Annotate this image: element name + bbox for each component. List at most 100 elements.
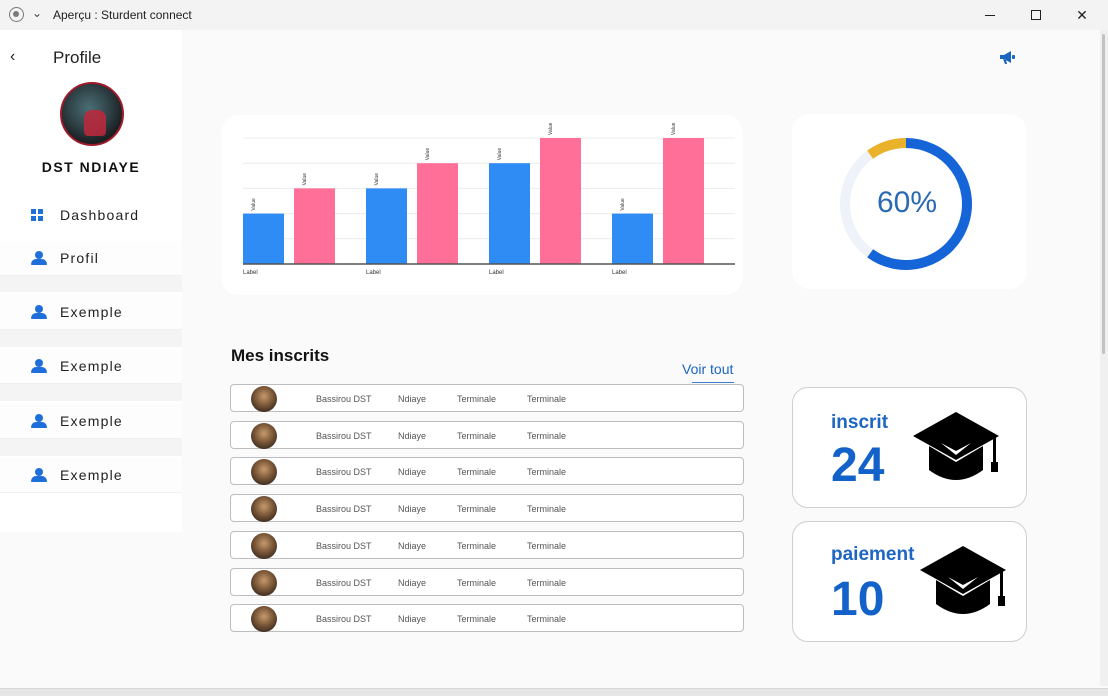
avatar [251,533,277,559]
bar[interactable] [663,138,704,264]
list-item[interactable]: Bassirou DST Ndiaye Terminale Terminale [230,531,744,559]
sidebar-item-profil[interactable]: Profil [0,241,182,275]
sidebar-item-exemple[interactable]: Exemple [0,349,182,383]
see-all-link[interactable]: Voir tout [682,361,733,377]
row-cell-name: Bassirou DST [316,541,372,551]
row-cell-level: Terminale [527,467,567,477]
bar[interactable] [417,163,458,264]
person-icon [31,468,47,482]
sidebar-item-label: Profil [60,250,100,266]
stat-card-inscrit[interactable]: inscrit 24 [792,387,1027,508]
app-icon [9,7,24,22]
list-item[interactable]: Bassirou DST Ndiaye Terminale Terminale [230,604,744,632]
stat-value: 24 [831,439,885,492]
row-cell-class: Terminale [457,504,497,514]
avatar [251,459,277,485]
back-button[interactable]: ‹ [10,48,15,66]
sidebar-item-exemple[interactable]: Exemple [0,295,182,329]
sidebar-divider [0,327,182,347]
row-cell-name: Bassirou DST [316,431,372,441]
bar[interactable] [366,188,407,264]
x-tick-label: Label [366,270,381,276]
dashboard-icon [31,209,43,221]
avatar [251,570,277,596]
sidebar-divider [0,436,182,456]
app-window: ⌄ Aperçu : Sturdent connect ✕ ‹ Profile … [0,0,1108,696]
x-tick-label: Label [243,270,258,276]
x-tick-label: Label [489,270,504,276]
bar-chart-card: Value Value Label Value Value Label Value Value… [221,115,743,295]
sidebar-divider [0,272,182,292]
sidebar-item-exemple[interactable]: Exemple [0,458,182,492]
bar-chart: Value Value Label Value Value Label Value Value… [243,122,735,276]
row-cell-level: Terminale [527,614,567,624]
person-icon [31,359,47,373]
window-title: Aperçu : Sturdent connect [53,8,192,22]
bar[interactable] [243,213,284,264]
avatar [251,606,277,632]
list-item[interactable]: Bassirou DST Ndiaye Terminale Terminale [230,457,744,485]
person-icon [31,414,47,428]
data-label: Value [374,173,380,186]
see-all-underline [692,382,734,383]
x-tick-label: Label [612,270,627,276]
bar[interactable] [489,163,530,264]
stat-value: 10 [831,573,885,626]
scroll-thumb[interactable] [1102,34,1105,354]
data-label: Value [548,122,554,135]
row-cell-class: Terminale [457,541,497,551]
row-cell-last-name: Ndiaye [398,614,427,624]
data-label: Value [251,198,257,211]
sidebar-title: Profile [53,48,102,67]
minimize-icon [985,14,995,16]
row-cell-last-name: Ndiaye [398,394,427,404]
person-icon [31,305,47,319]
list-item[interactable]: Bassirou DST Ndiaye Terminale Terminale [230,568,744,596]
megaphone-icon[interactable] [999,50,1016,65]
stat-card-paiement[interactable]: paiement 10 [792,521,1027,642]
progress-card: 60% [792,114,1027,289]
title-bar: ⌄ Aperçu : Sturdent connect ✕ [0,0,1108,30]
avatar[interactable] [60,82,124,146]
data-label: Value [620,198,626,211]
sidebar-item-label: Exemple [60,304,123,320]
row-cell-class: Terminale [457,394,497,404]
data-label: Value [302,173,308,186]
row-cell-name: Bassirou DST [316,614,372,624]
row-cell-name: Bassirou DST [316,394,372,404]
bar[interactable] [540,138,581,264]
maximize-button[interactable] [1013,0,1059,30]
list-item[interactable]: Bassirou DST Ndiaye Terminale Terminale [230,421,744,449]
data-label: Value [497,148,503,161]
stat-label: inscrit [831,412,889,433]
row-cell-level: Terminale [527,578,567,588]
sidebar-item-label: Exemple [60,467,123,483]
user-name: DST NDIAYE [41,159,141,175]
row-cell-level: Terminale [527,504,567,514]
row-cell-class: Terminale [457,467,497,477]
bar[interactable] [294,188,335,264]
minimize-button[interactable] [967,0,1013,30]
row-cell-class: Terminale [457,431,497,441]
list-item[interactable]: Bassirou DST Ndiaye Terminale Terminale [230,384,744,412]
sidebar-item-label: Dashboard [60,207,140,223]
row-cell-name: Bassirou DST [316,504,372,514]
list-item[interactable]: Bassirou DST Ndiaye Terminale Terminale [230,494,744,522]
row-cell-class: Terminale [457,578,497,588]
row-cell-name: Bassirou DST [316,578,372,588]
sidebar-item-exemple[interactable]: Exemple [0,404,182,438]
row-cell-last-name: Ndiaye [398,541,427,551]
avatar [251,496,277,522]
close-button[interactable]: ✕ [1059,0,1105,30]
graduation-cap-icon [913,412,999,480]
sidebar-item-dashboard[interactable]: Dashboard [0,198,182,232]
bottom-strip [0,688,1108,696]
close-icon: ✕ [1076,6,1088,23]
chevron-down-icon[interactable]: ⌄ [32,6,42,20]
data-label: Value [425,148,431,161]
vertical-scrollbar[interactable] [1100,30,1108,686]
row-cell-last-name: Ndiaye [398,578,427,588]
person-icon [31,251,47,265]
sidebar-divider [0,381,182,401]
bar[interactable] [612,213,653,264]
